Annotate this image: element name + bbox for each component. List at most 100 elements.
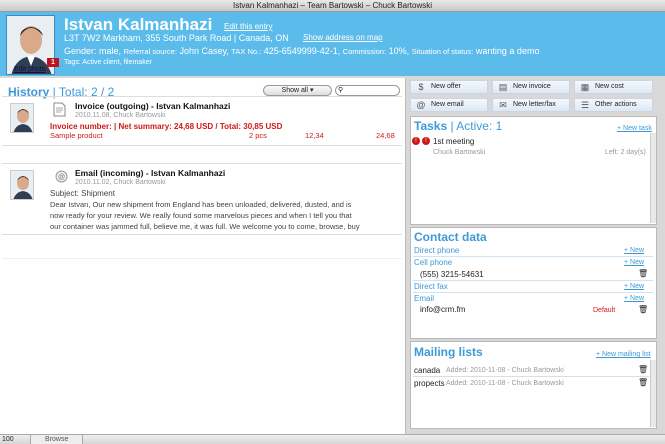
contact-data-title: Contact data — [414, 230, 487, 244]
edit-photo-link[interactable]: Edit photo — [14, 66, 46, 73]
divider — [413, 256, 653, 257]
divider — [2, 145, 402, 146]
status-value: wanting a demo — [475, 46, 540, 56]
tasks-title: Tasks | Active: 1 — [414, 119, 503, 133]
invoice-unit-price: 12,34 — [305, 131, 324, 140]
new-cell-phone-link[interactable]: + New — [624, 259, 644, 266]
mailing-list-meta: Added: 2010-11-08 - Chuck Bartowski — [446, 367, 564, 374]
task-alert-icon: ! — [412, 137, 420, 145]
new-invoice-button[interactable]: ▤ New invoice — [492, 80, 570, 94]
new-task-link[interactable]: + New task — [617, 125, 652, 132]
referral-value: John Casey, — [179, 46, 229, 56]
new-letter-label: New letter/fax — [513, 101, 556, 108]
new-mailing-list-link[interactable]: + New mailing list — [596, 351, 651, 358]
cell-phone-label: Cell phone — [414, 258, 453, 267]
trash-icon[interactable]: 🗑 — [638, 379, 648, 387]
new-email-link[interactable]: + New — [624, 295, 644, 302]
invoice-icon: ▤ — [498, 82, 508, 92]
invoice-line-sum: 24,68 — [376, 131, 395, 140]
status-bar: 100 Browse — [0, 434, 665, 444]
new-direct-fax-link[interactable]: + New — [624, 283, 644, 290]
svg-text:@: @ — [58, 174, 65, 181]
status-label: Situation of status: — [411, 47, 474, 56]
gender-label: Gender: — [64, 46, 97, 56]
tax-value: 425-6549999-42-1, — [263, 46, 341, 56]
invoice-product: Sample product — [50, 131, 103, 140]
invoice-summary: Invoice number: | Net summary: 24,68 USD… — [50, 122, 283, 131]
cost-icon: ▦ — [580, 82, 590, 92]
new-email-label: New email — [431, 101, 464, 108]
email-body-line: our container was jammed full, believe m… — [50, 222, 360, 231]
history-entry-meta: 2010.11.08, Chuck Bartowski — [75, 112, 166, 119]
tasks-label: Tasks — [414, 119, 448, 133]
avatar — [10, 170, 34, 200]
trash-icon[interactable]: 🗑 — [638, 306, 648, 314]
mailing-scrollbar[interactable] — [650, 360, 656, 427]
contact-address: L3T 7W2 Markham, 355 South Park Road | C… — [64, 33, 289, 43]
trash-icon[interactable]: 🗑 — [638, 366, 648, 374]
email-body-line: Dear Istvan, Our new shipment from Engla… — [50, 200, 352, 209]
divider — [413, 280, 653, 281]
edit-entry-link[interactable]: Edit this entry — [224, 22, 272, 31]
tasks-active: Active: 1 — [456, 119, 503, 133]
divider — [2, 258, 402, 259]
task-time-left: Left: 2 day(s) — [605, 149, 646, 156]
actions-icon: ☰ — [580, 100, 590, 110]
email-subject: Subject: Shipment — [50, 189, 115, 198]
referral-label: Referral source: — [123, 47, 177, 56]
email-default-badge: Default — [593, 307, 616, 314]
trash-icon[interactable]: 🗑 — [638, 270, 648, 278]
email-icon: @ — [416, 100, 426, 110]
new-direct-phone-link[interactable]: + New — [624, 247, 644, 254]
gender-value: male, — [99, 46, 122, 56]
contact-info-line: Gender: male, Referral source: John Case… — [64, 46, 539, 56]
new-cost-button[interactable]: ▦ New cost — [574, 80, 653, 94]
mode-indicator[interactable]: Browse — [30, 435, 84, 444]
mailing-list-name[interactable]: canada — [414, 366, 440, 375]
history-entry-meta: 2010.11.02, Chuck Bartowski — [75, 179, 166, 186]
tasks-scrollbar[interactable] — [650, 133, 656, 223]
other-actions-button[interactable]: ☰ Other actions — [574, 98, 653, 112]
photo-count-badge: 1 — [47, 58, 59, 67]
invoice-icon — [53, 102, 66, 117]
history-entry-title[interactable]: Invoice (outgoing) - Istvan Kalmanhazi — [75, 101, 230, 111]
cell-phone-value[interactable]: (555) 3215-54631 — [420, 270, 484, 279]
chevron-down-icon: ▾ — [309, 87, 314, 94]
task-owner: Chuck Bartowski — [433, 149, 486, 156]
divider — [413, 376, 649, 377]
email-value[interactable]: info@crm.fm — [420, 305, 465, 314]
avatar — [10, 103, 34, 133]
search-icon: ⚲ — [338, 87, 344, 94]
direct-fax-label: Direct fax — [414, 282, 448, 291]
history-entry-title[interactable]: Email (incoming) - Istvan Kalmanhazi — [75, 168, 225, 178]
mailing-list-meta: Added: 2010-11-08 - Chuck Bartowski — [446, 380, 564, 387]
divider — [413, 292, 653, 293]
divider — [2, 96, 402, 97]
commission-label: Commission: — [342, 47, 387, 56]
new-offer-label: New offer — [431, 83, 461, 90]
task-name[interactable]: 1st meeting — [433, 137, 474, 146]
show-map-link[interactable]: Show address on map — [303, 33, 383, 42]
new-letter-button[interactable]: ✉ New letter/fax — [492, 98, 570, 112]
divider — [2, 163, 402, 164]
new-invoice-label: New invoice — [513, 83, 551, 90]
divider — [2, 234, 402, 235]
task-priority-icon: ! — [422, 137, 430, 145]
other-actions-label: Other actions — [595, 101, 637, 108]
mailing-lists-title: Mailing lists — [414, 345, 483, 359]
zoom-level[interactable]: 100 — [2, 435, 14, 444]
email-label: Email — [414, 294, 435, 303]
offer-icon: $ — [418, 82, 424, 92]
email-body-line: now ready for your review. We really fou… — [50, 211, 352, 220]
new-email-button[interactable]: @ New email — [410, 98, 488, 112]
window-title: Istvan Kalmanhazi – Team Bartowski – Chu… — [0, 0, 665, 12]
direct-phone-label: Direct phone — [414, 246, 460, 255]
history-search-input[interactable]: ⚲ — [335, 85, 400, 96]
new-cost-label: New cost — [595, 83, 624, 90]
mailing-list-name[interactable]: propects — [414, 379, 445, 388]
filter-label: Show all — [281, 87, 308, 94]
contact-name: Istvan Kalmanhazi — [64, 15, 213, 34]
letter-icon: ✉ — [499, 100, 507, 110]
history-filter-select[interactable]: Show all ▾ — [263, 85, 332, 96]
new-offer-button[interactable]: $ New offer — [410, 80, 488, 94]
